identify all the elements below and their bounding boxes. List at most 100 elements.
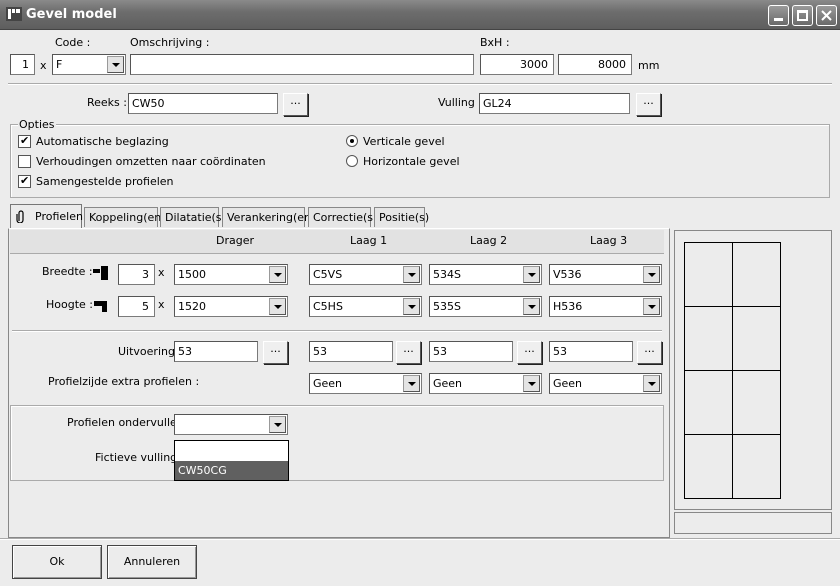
breedte-laag2-select[interactable]: 534S [429,264,542,285]
uitvoering-drager-browse[interactable]: ... [263,341,288,364]
chevron-down-icon[interactable] [523,375,540,392]
reeks-browse-button[interactable]: ... [283,93,308,116]
code-select[interactable]: F [52,54,126,75]
preview-panel [674,230,832,510]
profielzijde-laag3-select[interactable]: Geen [549,373,662,394]
height-input[interactable]: 8000 [558,54,632,75]
close-button[interactable] [816,5,837,26]
horizontale-radio[interactable] [346,155,358,167]
vulling-input[interactable]: GL24 [479,93,630,114]
auto-beglazing-checkbox[interactable] [18,134,31,148]
separator [12,330,662,332]
horizontale-label: Horizontale gevel [363,155,460,168]
reeks-label: Reeks : [87,96,127,109]
select-value: V536 [553,268,582,281]
ondervullen-label: Profielen ondervullen : [67,416,191,429]
verticale-label: Verticale gevel [363,135,445,148]
chevron-down-icon[interactable] [523,298,540,315]
opties-legend: Opties [18,118,56,131]
ok-button[interactable]: Ok [12,545,102,579]
verhoudingen-checkbox[interactable] [18,155,31,168]
ondervullen-select[interactable] [174,414,288,435]
vulling-browse-button[interactable]: ... [636,93,661,116]
chevron-down-icon[interactable] [269,266,286,283]
breedte-count-field[interactable]: 3 [118,264,155,285]
omschrijving-input[interactable] [130,54,474,75]
chevron-down-icon[interactable] [269,416,286,433]
hoogte-laag2-select[interactable]: 535S [429,296,542,317]
maximize-button[interactable] [792,5,813,26]
header-laag-3: Laag 3 [590,234,628,247]
title-bar: Gevel model [0,0,840,30]
select-value: Geen [313,377,343,390]
app-icon [6,7,22,21]
separator [0,538,840,540]
uitvoering-laag3-browse[interactable]: ... [637,341,662,364]
select-value: 534S [433,268,461,281]
breedte-laag1-select[interactable]: C5VS [309,264,422,285]
code-label: Code : [55,36,91,49]
hoogte-laag3-select[interactable]: H536 [549,296,662,317]
chevron-down-icon[interactable] [403,266,420,283]
width-input[interactable]: 3000 [480,54,554,75]
profielzijde-laag2-select[interactable]: Geen [429,373,542,394]
header-laag-1: Laag 1 [350,234,388,247]
tab-posities[interactable]: Positie(s) [374,207,429,227]
tab-correcties[interactable]: Correctie(s) [308,207,377,227]
omschrijving-label: Omschrijving : [130,36,210,49]
uitvoering-laag1-browse[interactable]: ... [396,341,421,364]
tab-dilataties[interactable]: Dilatatie(s) [160,207,226,227]
times-label: x [40,59,47,72]
tab-verankeringen[interactable]: Verankering(en) [222,207,315,227]
ok-button-label: Ok [49,555,65,568]
breedte-label: Breedte : [42,265,93,278]
hoogte-count-field[interactable]: 5 [118,296,155,317]
reeks-input[interactable]: CW50 [128,93,278,114]
auto-beglazing-label: Automatische beglazing [36,135,169,148]
chevron-down-icon[interactable] [643,375,660,392]
breedte-drager-select[interactable]: 1500 [174,264,288,285]
select-value: 535S [433,300,461,313]
uitvoering-laag3-input[interactable]: 53 [549,341,633,362]
header-drager: Drager [216,234,255,247]
bxh-label: BxH : [480,36,510,49]
tab-label: Profielen [35,210,83,223]
verticale-radio[interactable] [346,135,358,147]
dropdown-option[interactable] [175,441,288,460]
samengestelde-checkbox[interactable] [18,174,31,188]
chevron-down-icon[interactable] [643,298,660,315]
profielzijde-label: Profielzijde extra profielen : [48,375,200,388]
vulling-label: Vulling : [438,96,483,109]
uitvoering-laag2-input[interactable]: 53 [429,341,513,362]
window-title: Gevel model [26,7,117,22]
breedte-times: x [158,266,165,279]
breedte-laag3-select[interactable]: V536 [549,264,662,285]
hoogte-drager-select[interactable]: 1520 [174,296,288,317]
select-value: C5VS [313,268,343,281]
chevron-down-icon[interactable] [403,375,420,392]
chevron-down-icon[interactable] [107,56,124,73]
column-header-bar [10,230,664,254]
profielzijde-laag1-select[interactable]: Geen [309,373,422,394]
dropdown-option-selected[interactable]: CW50CG [175,461,288,480]
chevron-down-icon[interactable] [403,298,420,315]
uitvoering-drager-input[interactable]: 53 [174,341,258,362]
annuleren-button-label: Annuleren [123,555,181,568]
unit-label: mm [638,59,660,72]
hoogte-laag1-select[interactable]: C5HS [309,296,422,317]
count-field[interactable]: 1 [10,54,35,75]
tab-profielen[interactable]: Profielen [10,204,83,229]
uitvoering-laag2-browse[interactable]: ... [517,341,542,364]
chevron-down-icon[interactable] [269,298,286,315]
select-value: H536 [553,300,583,313]
annuleren-button[interactable]: Annuleren [107,545,197,579]
uitvoering-laag1-input[interactable]: 53 [309,341,393,362]
chevron-down-icon[interactable] [523,266,540,283]
hoogte-times: x [158,298,165,311]
minimize-button[interactable] [768,5,789,26]
tab-koppelingen[interactable]: Koppeling(en) [84,207,166,227]
paperclip-icon [16,210,24,223]
chevron-down-icon[interactable] [643,266,660,283]
close-icon [821,10,832,21]
select-value: Geen [433,377,463,390]
